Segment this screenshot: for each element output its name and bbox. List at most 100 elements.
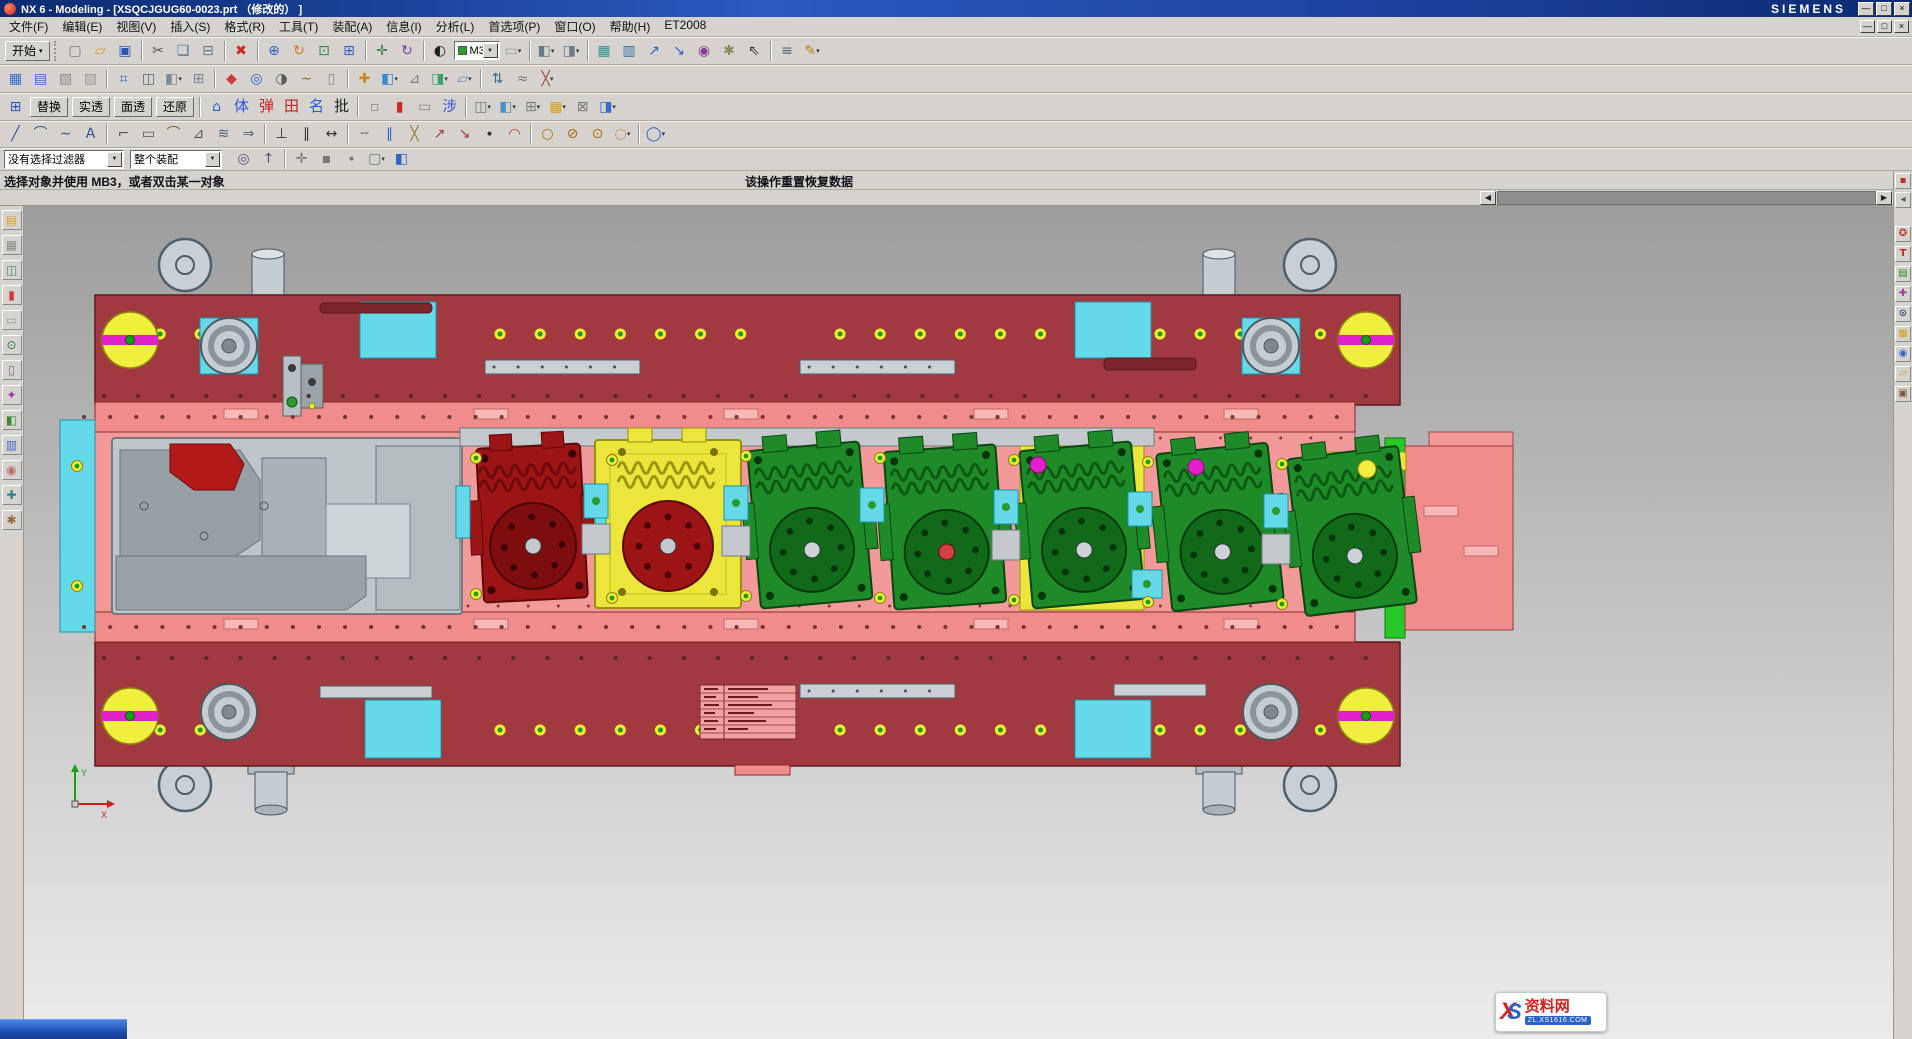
arc-point-icon[interactable]: ◠ bbox=[503, 123, 526, 146]
menu-assemblies[interactable]: 装配(A) bbox=[325, 16, 379, 37]
arrow-ne-icon[interactable]: ↗ bbox=[643, 39, 666, 62]
doc-panel-icon[interactable]: ▯ bbox=[2, 360, 22, 380]
datum-grid-icon[interactable]: ⊞ bbox=[187, 67, 210, 90]
layer-settings-icon[interactable]: ▦ bbox=[593, 39, 616, 62]
wire-cube-icon[interactable]: ▨ bbox=[79, 67, 102, 90]
palette-icon[interactable]: ✦ bbox=[2, 385, 22, 405]
blue-cube-dd-icon[interactable]: ◨▾ bbox=[596, 95, 619, 118]
grid-char-icon[interactable]: 田 bbox=[280, 95, 303, 118]
selection-filter-combo[interactable]: 没有选择过滤器▼ bbox=[4, 150, 124, 169]
grid-snap-icon[interactable]: ▦ bbox=[4, 67, 27, 90]
circle-icon[interactable]: ○ bbox=[536, 123, 559, 146]
circle-slash-icon[interactable]: ⊘ bbox=[561, 123, 584, 146]
target-icon[interactable]: ◎ bbox=[245, 67, 268, 90]
menu-window[interactable]: 窗口(O) bbox=[547, 16, 602, 37]
menu-edit[interactable]: 编辑(E) bbox=[55, 16, 109, 37]
red-book-icon[interactable]: ▮ bbox=[388, 95, 411, 118]
zoom-in-icon[interactable]: ⊕ bbox=[263, 39, 286, 62]
tools-icon[interactable]: ✚ bbox=[2, 485, 22, 505]
menu-analysis[interactable]: 分析(L) bbox=[429, 16, 482, 37]
info-list-icon[interactable]: ≡ bbox=[776, 39, 799, 62]
rotate-view-icon[interactable]: ↻ bbox=[396, 39, 419, 62]
menu-view[interactable]: 视图(V) bbox=[109, 16, 163, 37]
hatch-grid-icon[interactable]: ▧ bbox=[54, 67, 77, 90]
cut-icon[interactable]: ✂ bbox=[147, 39, 170, 62]
copy-icon[interactable]: ❏ bbox=[172, 39, 195, 62]
naming-icon[interactable]: 名 bbox=[305, 95, 328, 118]
cascade-windows-icon[interactable]: ▤ bbox=[2, 210, 22, 230]
boolean-icon[interactable]: ◨▾ bbox=[428, 67, 451, 90]
sphere-icon[interactable]: ◉ bbox=[693, 39, 716, 62]
render-style-icon[interactable]: ◨▾ bbox=[560, 39, 583, 62]
doc-icon[interactable]: ▯ bbox=[320, 67, 343, 90]
roles-icon[interactable]: ✪ bbox=[1895, 226, 1911, 242]
spline-icon[interactable]: ∼ bbox=[54, 123, 77, 146]
plane-icon[interactable]: ▱▾ bbox=[453, 67, 476, 90]
clock-icon[interactable]: ⊙ bbox=[2, 335, 22, 355]
extrude-icon[interactable]: ◧▾ bbox=[378, 67, 401, 90]
measure-icon[interactable]: ✎▾ bbox=[801, 39, 824, 62]
perpendicular-icon[interactable]: ⊥ bbox=[270, 123, 293, 146]
history-icon[interactable]: ⊙ bbox=[1895, 306, 1911, 322]
delete-icon[interactable]: ✖ bbox=[230, 39, 253, 62]
toolbar-grip[interactable] bbox=[54, 41, 59, 61]
restore-button[interactable]: □ bbox=[1876, 2, 1892, 16]
batch-icon[interactable]: 批 bbox=[330, 95, 353, 118]
snap-mid-icon[interactable]: ∙ bbox=[340, 148, 363, 171]
menu-format[interactable]: 格式(R) bbox=[217, 16, 272, 37]
scroll-right-button[interactable]: ▶ bbox=[1876, 191, 1892, 205]
circle-dd-icon[interactable]: ◌▾ bbox=[611, 123, 634, 146]
multi-color-icon[interactable]: ✱ bbox=[2, 510, 22, 530]
flat-box-icon[interactable]: ▭ bbox=[413, 95, 436, 118]
menu-insert[interactable]: 插入(S) bbox=[163, 16, 217, 37]
gray-panel-icon[interactable]: ▭ bbox=[2, 310, 22, 330]
pane-dd-icon[interactable]: ⊞▾ bbox=[521, 95, 544, 118]
part-navigator-icon[interactable]: ▤ bbox=[1895, 266, 1911, 282]
wave-link-icon[interactable]: ≈ bbox=[511, 67, 534, 90]
close-x-icon[interactable]: ╳▾ bbox=[536, 67, 559, 90]
boxed-x-icon[interactable]: ⊠ bbox=[571, 95, 594, 118]
open-folder-icon[interactable]: ▱ bbox=[89, 39, 112, 62]
folder-icon[interactable]: ▱ bbox=[1895, 366, 1911, 382]
window-panes-icon[interactable]: ◫ bbox=[137, 67, 160, 90]
assembly-navigator-icon[interactable]: T bbox=[1895, 246, 1911, 262]
web-browser-icon[interactable]: ◉ bbox=[1895, 346, 1911, 362]
sidebar-collapse-icon[interactable]: ◂ bbox=[1895, 192, 1911, 208]
selection-scope-combo[interactable]: 整个装配▼ bbox=[130, 150, 222, 169]
rectangle-icon[interactable]: ▭ bbox=[137, 123, 160, 146]
menu-preferences[interactable]: 首选项(P) bbox=[481, 16, 547, 37]
sketch-text-icon[interactable]: A bbox=[79, 123, 102, 146]
parallel-icon[interactable]: ∥ bbox=[295, 123, 318, 146]
parallel-blue-icon[interactable]: ∥ bbox=[378, 123, 401, 146]
ellipse-icon[interactable]: ◯▾ bbox=[644, 123, 667, 146]
zoom-window-icon[interactable]: ⊞ bbox=[338, 39, 361, 62]
arrow-se-icon[interactable]: ↘ bbox=[668, 39, 691, 62]
chamfer-icon[interactable]: ⊿ bbox=[187, 123, 210, 146]
cube-front-icon[interactable]: ◧▾ bbox=[162, 67, 185, 90]
red-marker-icon[interactable]: ▮ bbox=[2, 285, 22, 305]
tile-windows-icon[interactable]: ▦ bbox=[2, 235, 22, 255]
swap-icon[interactable]: ⇅ bbox=[486, 67, 509, 90]
corner-icon[interactable]: ⌐ bbox=[112, 123, 135, 146]
view-layout-icon[interactable]: ▥ bbox=[618, 39, 641, 62]
new-file-icon[interactable]: ▢ bbox=[64, 39, 87, 62]
new-window-icon[interactable]: ◫ bbox=[2, 260, 22, 280]
solid-translucent-button[interactable]: 实透 bbox=[72, 97, 110, 117]
menu-file[interactable]: 文件(F) bbox=[2, 16, 55, 37]
arc-icon[interactable]: ⌒ bbox=[29, 123, 52, 146]
up-level-icon[interactable]: ↑ bbox=[257, 148, 280, 171]
pan-icon[interactable]: ✛ bbox=[371, 39, 394, 62]
child-close-button[interactable]: × bbox=[1894, 20, 1909, 33]
palette-grid-icon[interactable]: ▦ bbox=[1895, 326, 1911, 342]
face-translucent-button[interactable]: 面透 bbox=[114, 97, 152, 117]
cross-icon[interactable]: ╳ bbox=[403, 123, 426, 146]
replace-button[interactable]: 替换 bbox=[30, 97, 68, 117]
arrow-up-icon[interactable]: ↗ bbox=[428, 123, 451, 146]
restore-button[interactable]: 还原 bbox=[156, 97, 194, 117]
paste-icon[interactable]: ⊟ bbox=[197, 39, 220, 62]
circle-dot-icon[interactable]: ⊙ bbox=[586, 123, 609, 146]
cube-dd-icon[interactable]: ◧▾ bbox=[496, 95, 519, 118]
diamond-icon[interactable]: ◆ bbox=[220, 67, 243, 90]
menu-tools[interactable]: 工具(T) bbox=[272, 16, 325, 37]
snap-end-icon[interactable]: ▪ bbox=[315, 148, 338, 171]
